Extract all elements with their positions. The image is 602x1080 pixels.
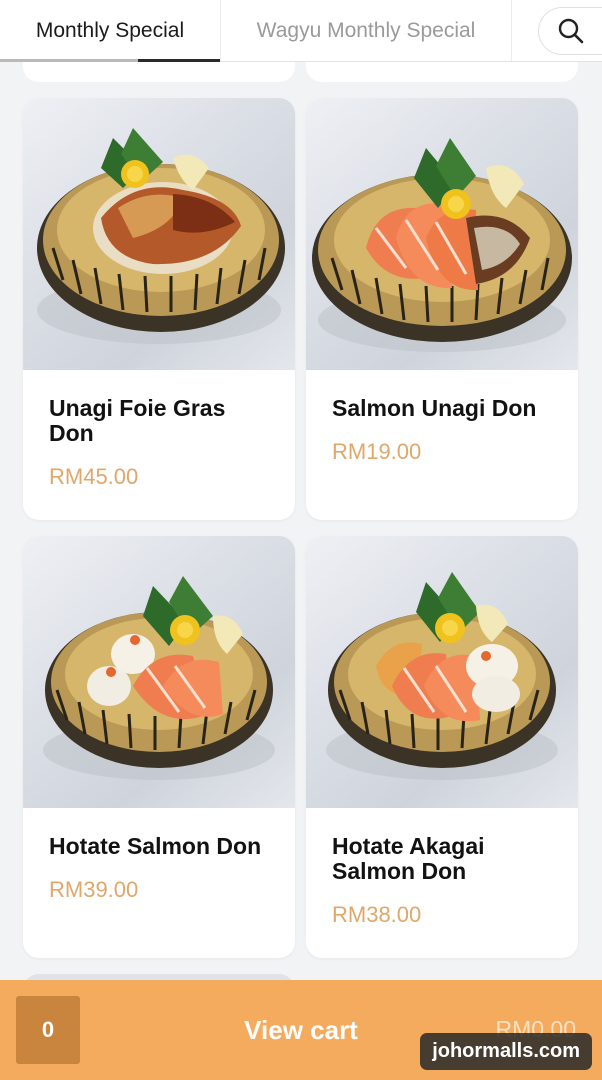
watermark: johormalls.com [420,1033,592,1070]
product-price: RM45.00 [49,464,139,489]
category-tab-bar: Monthly Special Wagyu Monthly Special [0,0,602,62]
product-image [306,536,578,808]
product-card-unagi-foie-gras-don[interactable]: Unagi Foie Gras Don RM45.00 [23,98,295,520]
product-info: Salmon Unagi Don RM19.00 [306,370,578,491]
product-info: Hotate Salmon Don RM39.00 [23,808,295,929]
product-card-hotate-salmon-don[interactable]: Hotate Salmon Don RM39.00 [23,536,295,958]
search-icon [558,18,583,43]
product-name: Unagi Foie Gras Don [49,395,226,446]
product-image [23,98,295,370]
cart-item-count: 0 [16,996,80,1064]
hotate-akagai-salmon-bowl-illustration [326,572,558,780]
product-card-partial[interactable] [23,62,295,82]
product-grid: Unagi Foie Gras Don RM45.00 Salmon Unagi… [0,62,602,980]
product-image [306,98,578,370]
product-card-partial[interactable] [306,62,578,82]
unagi-foie-gras-bowl-illustration [37,128,285,344]
product-card-salmon-unagi-don[interactable]: Salmon Unagi Don RM19.00 [306,98,578,520]
tab-wagyu-monthly-special[interactable]: Wagyu Monthly Special [220,0,512,61]
product-info: Hotate Akagai Salmon Don RM38.00 [306,808,578,954]
search-button[interactable] [538,6,602,55]
product-info: Unagi Foie Gras Don RM45.00 [23,370,295,516]
tab-label: Monthly Special [35,18,185,42]
product-name: Salmon Unagi Don [332,395,537,421]
tab-label: Wagyu Monthly Special [256,18,476,42]
product-price: RM39.00 [49,877,139,902]
menu-page: Monthly Special Wagyu Monthly Special Un… [0,0,602,1080]
product-image [23,536,295,808]
salmon-unagi-bowl-illustration [312,138,572,352]
product-card-hotate-akagai-salmon-don[interactable]: Hotate Akagai Salmon Don RM38.00 [306,536,578,958]
active-tab-indicator [0,59,220,62]
product-name: Hotate Salmon Don [49,833,262,859]
hotate-salmon-bowl-illustration [43,576,275,780]
product-name: Hotate Akagai Salmon Don [332,833,485,884]
product-price: RM38.00 [332,902,422,927]
search-area [512,0,602,61]
tab-monthly-special[interactable]: Monthly Special [0,0,220,62]
product-price: RM19.00 [332,439,422,464]
